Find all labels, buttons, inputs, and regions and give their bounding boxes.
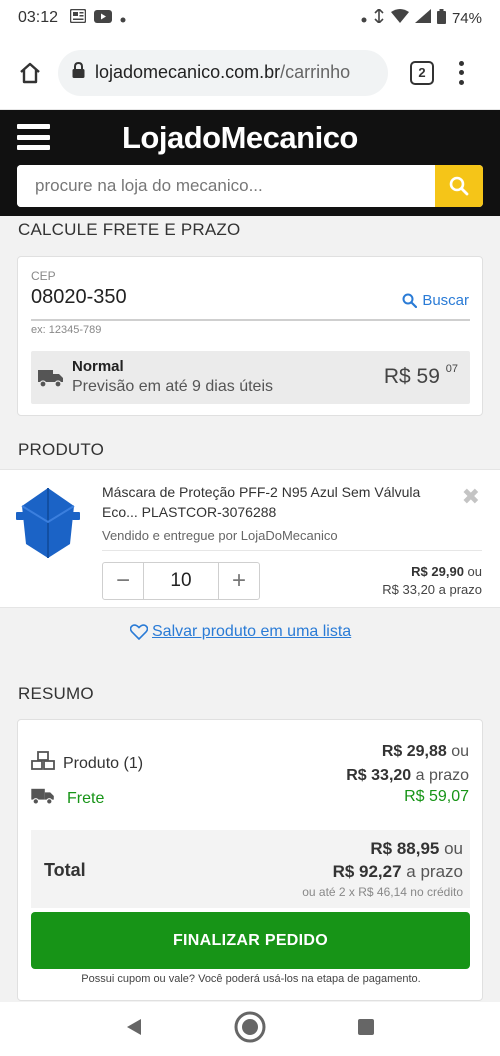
product-price: R$ 29,90 ou R$ 33,20 a prazo bbox=[382, 564, 482, 597]
store-header: LojadoMecanico bbox=[0, 110, 500, 216]
cep-hint: ex: 12345-789 bbox=[31, 324, 102, 336]
finalizar-pedido-button[interactable]: FINALIZAR PEDIDO bbox=[31, 912, 470, 969]
recents-icon[interactable] bbox=[357, 1018, 375, 1041]
status-bar: 03:12 74% bbox=[0, 0, 500, 36]
back-icon[interactable] bbox=[125, 1018, 143, 1041]
resumo-frete-label: Frete bbox=[67, 789, 105, 807]
battery-percent: 74% bbox=[451, 9, 482, 27]
news-icon bbox=[69, 8, 87, 27]
resumo-section-title: RESUMO bbox=[18, 684, 94, 703]
heart-icon bbox=[130, 624, 148, 640]
buscar-label: Buscar bbox=[422, 292, 469, 309]
frete-card: CEP 08020-350 Buscar ex: 12345-789 Norma… bbox=[17, 256, 483, 416]
quantity-input[interactable]: 10 bbox=[143, 563, 219, 599]
tab-switcher-button[interactable]: 2 bbox=[410, 60, 434, 85]
cep-underline bbox=[31, 319, 470, 321]
hamburger-menu-icon[interactable] bbox=[17, 124, 50, 150]
battery-icon bbox=[436, 8, 446, 28]
product-name[interactable]: Máscara de Proteção PFF-2 N95 Azul Sem V… bbox=[102, 482, 442, 522]
product-card: Máscara de Proteção PFF-2 N95 Azul Sem V… bbox=[0, 469, 500, 608]
product-image[interactable] bbox=[12, 482, 84, 564]
url-path: /carrinho bbox=[280, 62, 351, 82]
total-label: Total bbox=[44, 860, 86, 880]
home-circle-icon[interactable] bbox=[233, 1010, 267, 1049]
home-icon bbox=[20, 62, 40, 83]
data-saver-icon bbox=[373, 7, 385, 27]
total-value: R$ 88,95 ou R$ 92,27 a prazo ou até 2 x … bbox=[302, 839, 463, 899]
store-logo[interactable]: LojadoMecanico bbox=[122, 120, 358, 156]
produto-section-title: PRODUTO bbox=[18, 440, 105, 459]
search-icon bbox=[449, 176, 469, 196]
resumo-frete-row: Frete bbox=[31, 787, 104, 810]
youtube-icon bbox=[94, 9, 113, 27]
browser-toolbar: lojadomecanico.com.br/carrinho 2 bbox=[0, 36, 500, 110]
browser-menu-button[interactable] bbox=[456, 60, 466, 85]
wifi-icon bbox=[390, 9, 409, 27]
decrease-quantity-button[interactable]: − bbox=[103, 563, 143, 599]
notification-dot-icon bbox=[120, 10, 126, 27]
shipping-option-price: R$ 59 07 bbox=[383, 363, 458, 388]
search-input[interactable] bbox=[17, 165, 435, 207]
remove-product-icon[interactable]: ✖ bbox=[462, 484, 480, 510]
resumo-frete-value: R$ 59,07 bbox=[404, 788, 469, 805]
signal-icon bbox=[414, 9, 431, 27]
search-bar bbox=[17, 165, 483, 207]
cep-label: CEP bbox=[31, 269, 56, 283]
status-right: 74% bbox=[361, 7, 482, 28]
save-to-list-label: Salvar produto em uma lista bbox=[152, 623, 352, 640]
truck-icon bbox=[38, 368, 64, 393]
resumo-card: Produto (1) R$ 29,88 ou R$ 33,20 a prazo… bbox=[17, 719, 483, 1001]
divider bbox=[102, 550, 482, 551]
resumo-produto-label: Produto (1) bbox=[63, 754, 144, 772]
shipping-option-name: Normal bbox=[72, 358, 124, 375]
quantity-stepper: − 10 + bbox=[102, 562, 260, 600]
lock-icon bbox=[72, 61, 85, 83]
home-button[interactable] bbox=[12, 55, 48, 91]
truck-icon bbox=[31, 787, 55, 810]
dot-icon bbox=[361, 10, 367, 27]
increase-quantity-button[interactable]: + bbox=[219, 563, 259, 599]
status-time: 03:12 bbox=[18, 9, 59, 26]
resumo-produto-row: Produto (1) bbox=[31, 751, 143, 776]
url-domain: lojadomecanico.com.br bbox=[95, 62, 281, 82]
resumo-produto-value: R$ 29,88 ou R$ 33,20 a prazo bbox=[346, 743, 469, 784]
cep-input[interactable]: 08020-350 bbox=[31, 286, 127, 309]
search-button[interactable] bbox=[435, 165, 483, 207]
total-box: Total R$ 88,95 ou R$ 92,27 a prazo ou at… bbox=[31, 830, 470, 908]
save-to-list-link[interactable]: Salvar produto em uma lista bbox=[130, 623, 351, 641]
shipping-option-normal[interactable]: Normal Previsão em até 9 dias úteis R$ 5… bbox=[31, 351, 470, 404]
buscar-button[interactable]: Buscar bbox=[402, 292, 469, 309]
boxes-icon bbox=[31, 751, 55, 776]
product-seller: Vendido e entregue por LojaDoMecanico bbox=[102, 528, 338, 543]
coupon-note: Possui cupom ou vale? Você poderá usá-lo… bbox=[81, 973, 421, 985]
url-bar[interactable]: lojadomecanico.com.br/carrinho bbox=[58, 49, 388, 96]
system-navigation-bar bbox=[0, 1002, 500, 1056]
shipping-option-eta: Previsão em até 9 dias úteis bbox=[72, 378, 273, 395]
frete-section-title: CALCULE FRETE E PRAZO bbox=[18, 220, 241, 239]
search-icon bbox=[402, 293, 418, 308]
